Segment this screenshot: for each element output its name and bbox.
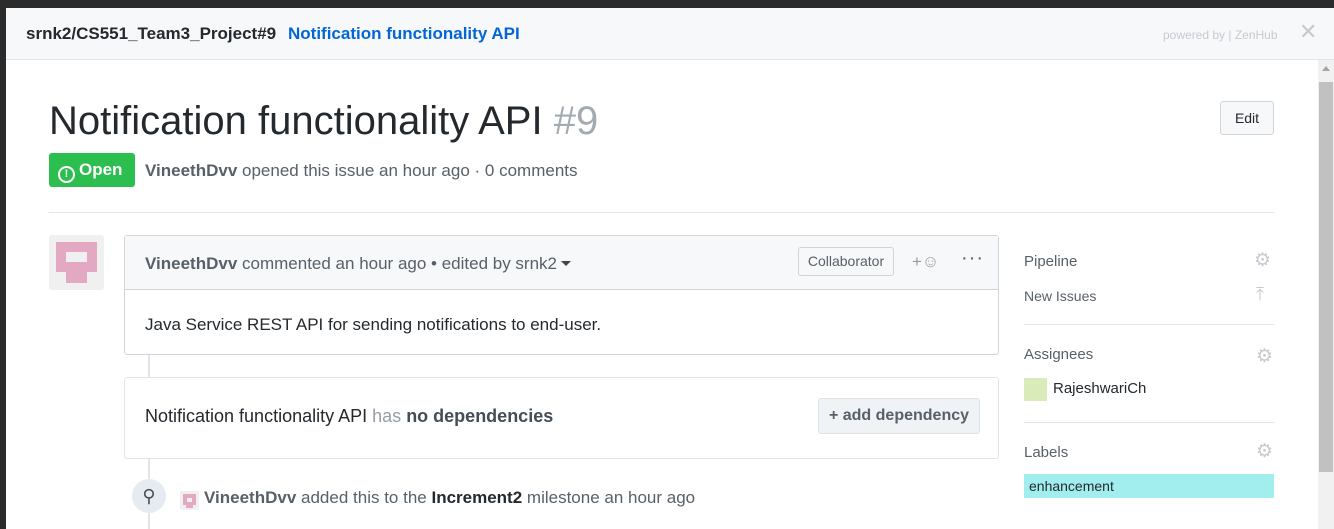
scrollbar[interactable] [1318,60,1334,529]
gear-icon[interactable]: ⚙ [1256,347,1273,366]
dependencies-issue-title: Notification functionality API [145,406,368,426]
issue-opened-icon: ! [58,166,75,183]
close-icon[interactable]: ✕ [1299,21,1317,43]
modal-header: srnk2/CS551_Team3_Project#9 Notification… [6,8,1334,60]
add-dependency-button[interactable]: + add dependency [818,398,980,434]
dependencies-box: Notification functionality API has no de… [124,377,999,459]
issue-number: #9 [553,99,599,143]
edit-button[interactable]: Edit [1220,101,1274,135]
issue-modal: srnk2/CS551_Team3_Project#9 Notification… [6,8,1334,529]
scroll-up-arrow-icon[interactable] [1322,66,1330,71]
pipeline-value[interactable]: New Issues [1024,288,1096,304]
powered-by[interactable]: powered by | ZenHub [1163,28,1278,42]
label-pill[interactable]: enhancement [1024,474,1274,498]
avatar[interactable] [180,491,199,510]
chevron-down-icon[interactable] [561,261,571,266]
event-prefix: added this to the [301,488,427,507]
comment-action: commented an hour ago • edited by srnk2 [242,254,557,273]
event-actor-link[interactable]: VineethDvv [204,488,296,507]
issue-title-text: Notification functionality API [49,99,543,143]
state-badge: ! Open [49,153,135,187]
event-suffix: milestone an hour ago [526,488,696,507]
collaborator-badge: Collaborator [798,247,894,276]
comment-header: VineethDvv commented an hour ago • edite… [125,236,998,290]
more-options-icon[interactable]: ··· [961,247,984,270]
divider [49,212,1274,213]
avatar[interactable] [49,235,104,290]
dependencies-status: no dependencies [406,406,554,426]
comment-author-line: VineethDvv commented an hour ago • edite… [145,254,571,274]
comment-body: Java Service REST API for sending notifi… [145,315,602,334]
issue-title: Notification functionality API #9 [49,99,598,144]
milestone-link[interactable]: Increment2 [431,488,522,507]
assignee-link[interactable]: RajeshwariCh [1053,380,1146,397]
gear-icon[interactable]: ⚙ [1254,251,1271,270]
issue-author-link[interactable]: VineethDvv [145,161,237,180]
comment-author-link[interactable]: VineethDvv [145,254,237,273]
dependencies-text: Notification functionality API has no de… [145,406,553,427]
divider [1024,422,1274,423]
issue-meta-text: opened this issue an hour ago · 0 commen… [242,161,578,180]
comment: VineethDvv commented an hour ago • edite… [124,235,999,355]
dependencies-has: has [372,406,402,426]
issue-meta: VineethDvv opened this issue an hour ago… [145,161,578,181]
avatar[interactable] [1024,378,1047,401]
repo-name[interactable]: srnk2/CS551_Team3_Project#9 [26,24,276,44]
gear-icon[interactable]: ⚙ [1256,442,1273,461]
add-reaction-icon[interactable]: +☺ [912,252,939,272]
scroll-thumb[interactable] [1319,82,1333,472]
divider [1024,324,1274,325]
labels-heading: Labels [1024,444,1069,461]
state-label: Open [79,160,123,179]
header-issue-title[interactable]: Notification functionality API [288,24,520,44]
milestone-icon: ⚲ [132,479,166,513]
timeline-event: VineethDvv added this to the Increment2 … [204,488,695,508]
assignees-heading: Assignees [1024,346,1094,363]
pipeline-heading: Pipeline [1024,253,1078,270]
move-to-top-icon[interactable]: ⤒ [1256,284,1264,305]
